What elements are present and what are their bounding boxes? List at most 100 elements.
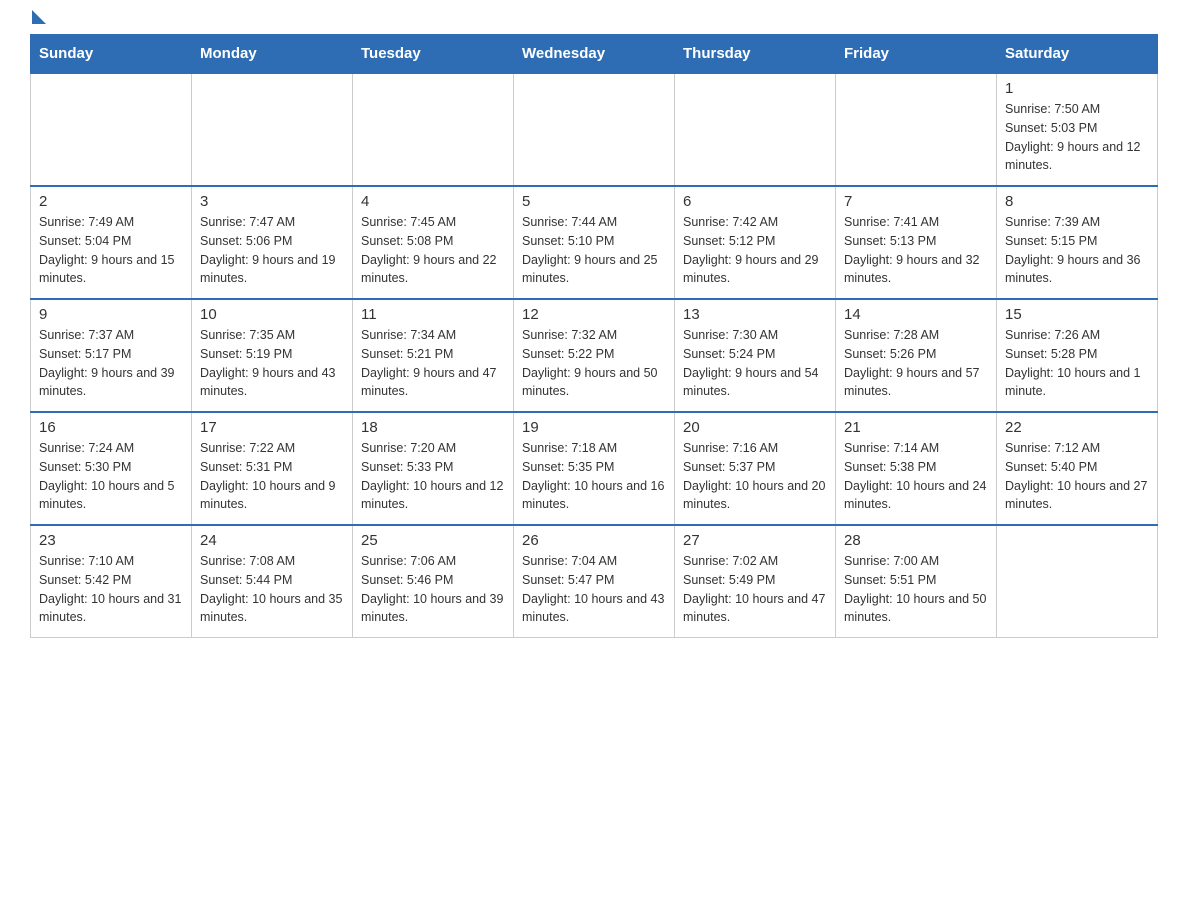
day-number: 11 xyxy=(361,306,505,323)
calendar-cell xyxy=(836,73,997,186)
day-number: 20 xyxy=(683,419,827,436)
calendar-cell: 24 Sunrise: 7:08 AM Sunset: 5:44 PM Dayli… xyxy=(192,525,353,638)
weekday-header-monday: Monday xyxy=(192,35,353,74)
day-number: 26 xyxy=(522,532,666,549)
calendar-week-row: 16Sunrise: 7:24 AM Sunset: 5:30 PM Dayli… xyxy=(31,412,1158,525)
calendar-cell: 10 Sunrise: 7:35 AM Sunset: 5:19 PM Dayli… xyxy=(192,299,353,412)
day-number: 15 xyxy=(1005,306,1149,323)
weekday-header-saturday: Saturday xyxy=(997,35,1158,74)
day-number: 24 xyxy=(200,532,344,549)
calendar-cell: 20 Sunrise: 7:16 AM Sunset: 5:37 PM Dayli… xyxy=(675,412,836,525)
calendar-cell: 2 Sunrise: 7:49 AM Sunset: 5:04 PM Daylig… xyxy=(31,186,192,299)
calendar-cell: 26 Sunrise: 7:04 AM Sunset: 5:47 PM Dayli… xyxy=(514,525,675,638)
weekday-header-sunday: Sunday xyxy=(31,35,192,74)
calendar-cell xyxy=(675,73,836,186)
day-info: Sunrise: 7:34 AM Sunset: 5:21 PM Dayligh… xyxy=(361,326,505,401)
calendar-cell: 23 Sunrise: 7:10 AM Sunset: 5:42 PM Dayli… xyxy=(31,525,192,638)
weekday-header-friday: Friday xyxy=(836,35,997,74)
day-number: 19 xyxy=(522,419,666,436)
day-info: Sunrise: 7:04 AM Sunset: 5:47 PM Dayligh… xyxy=(522,552,666,627)
calendar-cell: 21 Sunrise: 7:14 AM Sunset: 5:38 PM Dayli… xyxy=(836,412,997,525)
day-info: Sunrise: 7:39 AM Sunset: 5:15 PM Dayligh… xyxy=(1005,213,1149,288)
calendar-week-row: 9Sunrise: 7:37 AM Sunset: 5:17 PM Daylig… xyxy=(31,299,1158,412)
page-header xyxy=(30,20,1158,24)
calendar-cell: 3 Sunrise: 7:47 AM Sunset: 5:06 PM Daylig… xyxy=(192,186,353,299)
day-number: 6 xyxy=(683,193,827,210)
logo xyxy=(30,20,46,24)
day-info: Sunrise: 7:47 AM Sunset: 5:06 PM Dayligh… xyxy=(200,213,344,288)
calendar-cell: 15 Sunrise: 7:26 AM Sunset: 5:28 PM Dayli… xyxy=(997,299,1158,412)
day-info: Sunrise: 7:08 AM Sunset: 5:44 PM Dayligh… xyxy=(200,552,344,627)
day-number: 16 xyxy=(39,419,183,436)
calendar-cell: 9Sunrise: 7:37 AM Sunset: 5:17 PM Daylig… xyxy=(31,299,192,412)
day-number: 21 xyxy=(844,419,988,436)
logo-triangle-icon xyxy=(32,10,46,24)
calendar-week-row: 2 Sunrise: 7:49 AM Sunset: 5:04 PM Daylig… xyxy=(31,186,1158,299)
day-info: Sunrise: 7:12 AM Sunset: 5:40 PM Dayligh… xyxy=(1005,439,1149,514)
day-info: Sunrise: 7:26 AM Sunset: 5:28 PM Dayligh… xyxy=(1005,326,1149,401)
calendar-cell xyxy=(353,73,514,186)
day-number: 5 xyxy=(522,193,666,210)
calendar-cell: 12 Sunrise: 7:32 AM Sunset: 5:22 PM Dayli… xyxy=(514,299,675,412)
calendar-header: SundayMondayTuesdayWednesdayThursdayFrid… xyxy=(31,35,1158,74)
calendar-cell: 27 Sunrise: 7:02 AM Sunset: 5:49 PM Dayli… xyxy=(675,525,836,638)
day-info: Sunrise: 7:41 AM Sunset: 5:13 PM Dayligh… xyxy=(844,213,988,288)
day-number: 13 xyxy=(683,306,827,323)
weekday-header-row: SundayMondayTuesdayWednesdayThursdayFrid… xyxy=(31,35,1158,74)
calendar-cell: 18 Sunrise: 7:20 AM Sunset: 5:33 PM Dayli… xyxy=(353,412,514,525)
day-info: Sunrise: 7:50 AM Sunset: 5:03 PM Dayligh… xyxy=(1005,100,1149,175)
day-number: 22 xyxy=(1005,419,1149,436)
day-number: 25 xyxy=(361,532,505,549)
day-info: Sunrise: 7:06 AM Sunset: 5:46 PM Dayligh… xyxy=(361,552,505,627)
day-info: Sunrise: 7:16 AM Sunset: 5:37 PM Dayligh… xyxy=(683,439,827,514)
day-info: Sunrise: 7:30 AM Sunset: 5:24 PM Dayligh… xyxy=(683,326,827,401)
day-info: Sunrise: 7:42 AM Sunset: 5:12 PM Dayligh… xyxy=(683,213,827,288)
calendar-cell: 16Sunrise: 7:24 AM Sunset: 5:30 PM Dayli… xyxy=(31,412,192,525)
day-number: 1 xyxy=(1005,80,1149,97)
calendar-cell: 28 Sunrise: 7:00 AM Sunset: 5:51 PM Dayli… xyxy=(836,525,997,638)
calendar-cell: 11 Sunrise: 7:34 AM Sunset: 5:21 PM Dayli… xyxy=(353,299,514,412)
day-info: Sunrise: 7:00 AM Sunset: 5:51 PM Dayligh… xyxy=(844,552,988,627)
weekday-header-tuesday: Tuesday xyxy=(353,35,514,74)
day-number: 8 xyxy=(1005,193,1149,210)
calendar-cell: 22 Sunrise: 7:12 AM Sunset: 5:40 PM Dayli… xyxy=(997,412,1158,525)
day-number: 28 xyxy=(844,532,988,549)
day-number: 7 xyxy=(844,193,988,210)
day-number: 17 xyxy=(200,419,344,436)
day-number: 18 xyxy=(361,419,505,436)
calendar-cell: 7 Sunrise: 7:41 AM Sunset: 5:13 PM Daylig… xyxy=(836,186,997,299)
calendar-cell: 5 Sunrise: 7:44 AM Sunset: 5:10 PM Daylig… xyxy=(514,186,675,299)
day-info: Sunrise: 7:35 AM Sunset: 5:19 PM Dayligh… xyxy=(200,326,344,401)
day-number: 12 xyxy=(522,306,666,323)
calendar-cell xyxy=(514,73,675,186)
day-info: Sunrise: 7:49 AM Sunset: 5:04 PM Dayligh… xyxy=(39,213,183,288)
day-info: Sunrise: 7:22 AM Sunset: 5:31 PM Dayligh… xyxy=(200,439,344,514)
day-info: Sunrise: 7:44 AM Sunset: 5:10 PM Dayligh… xyxy=(522,213,666,288)
calendar-cell: 1 Sunrise: 7:50 AM Sunset: 5:03 PM Daylig… xyxy=(997,73,1158,186)
day-info: Sunrise: 7:14 AM Sunset: 5:38 PM Dayligh… xyxy=(844,439,988,514)
day-number: 27 xyxy=(683,532,827,549)
day-info: Sunrise: 7:10 AM Sunset: 5:42 PM Dayligh… xyxy=(39,552,183,627)
calendar-cell xyxy=(31,73,192,186)
calendar-cell: 6 Sunrise: 7:42 AM Sunset: 5:12 PM Daylig… xyxy=(675,186,836,299)
calendar-cell xyxy=(997,525,1158,638)
day-info: Sunrise: 7:32 AM Sunset: 5:22 PM Dayligh… xyxy=(522,326,666,401)
calendar-week-row: 23 Sunrise: 7:10 AM Sunset: 5:42 PM Dayli… xyxy=(31,525,1158,638)
day-number: 2 xyxy=(39,193,183,210)
day-number: 10 xyxy=(200,306,344,323)
day-info: Sunrise: 7:18 AM Sunset: 5:35 PM Dayligh… xyxy=(522,439,666,514)
weekday-header-wednesday: Wednesday xyxy=(514,35,675,74)
calendar-cell: 17 Sunrise: 7:22 AM Sunset: 5:31 PM Dayli… xyxy=(192,412,353,525)
day-info: Sunrise: 7:20 AM Sunset: 5:33 PM Dayligh… xyxy=(361,439,505,514)
calendar-cell: 13 Sunrise: 7:30 AM Sunset: 5:24 PM Dayli… xyxy=(675,299,836,412)
day-info: Sunrise: 7:02 AM Sunset: 5:49 PM Dayligh… xyxy=(683,552,827,627)
calendar-cell: 14Sunrise: 7:28 AM Sunset: 5:26 PM Dayli… xyxy=(836,299,997,412)
calendar-cell: 4Sunrise: 7:45 AM Sunset: 5:08 PM Daylig… xyxy=(353,186,514,299)
weekday-header-thursday: Thursday xyxy=(675,35,836,74)
calendar-table: SundayMondayTuesdayWednesdayThursdayFrid… xyxy=(30,34,1158,638)
day-number: 23 xyxy=(39,532,183,549)
day-number: 4 xyxy=(361,193,505,210)
day-number: 9 xyxy=(39,306,183,323)
day-number: 3 xyxy=(200,193,344,210)
calendar-cell xyxy=(192,73,353,186)
